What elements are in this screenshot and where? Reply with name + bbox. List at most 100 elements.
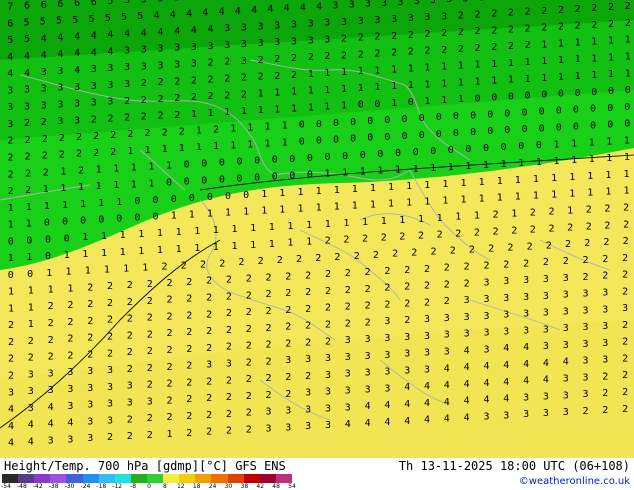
temperature-label: 0 xyxy=(575,88,581,99)
temperature-label: 4 xyxy=(74,65,80,76)
temperature-label: 1 xyxy=(424,63,430,74)
temperature-label: 1 xyxy=(388,199,394,210)
temperature-label: 2 xyxy=(444,279,450,290)
temperature-label: 2 xyxy=(546,240,552,251)
temperature-label: 3 xyxy=(285,355,291,366)
temperature-label: 3 xyxy=(107,382,113,393)
temperature-label: 2 xyxy=(530,208,536,219)
temperature-label: 1 xyxy=(96,181,102,192)
temperature-label: 4 xyxy=(316,1,322,12)
temperature-label: 0 xyxy=(525,91,531,102)
temperature-label: 1 xyxy=(465,161,471,172)
temperature-label: 5 xyxy=(56,16,62,27)
temperature-label: 0 xyxy=(237,157,243,168)
temperature-label: 3 xyxy=(28,386,34,397)
temperature-label: 2 xyxy=(622,354,628,365)
temperature-label: 2 xyxy=(127,431,133,442)
temperature-label: 2 xyxy=(67,350,73,361)
temperature-label: 2 xyxy=(110,130,116,141)
temperature-label: 3 xyxy=(444,313,450,324)
temperature-label: 4 xyxy=(67,418,73,429)
temperature-label: 2 xyxy=(67,300,73,311)
temperature-label: 2 xyxy=(266,356,272,367)
temperature-label: 2 xyxy=(305,270,311,281)
temperature-label: 2 xyxy=(604,220,610,231)
temperature-label: 1 xyxy=(282,121,288,132)
temperature-label: 4 xyxy=(404,382,410,393)
temperature-label: 0 xyxy=(171,194,177,205)
temperature-label: 1 xyxy=(113,164,119,175)
temperature-label: 0 xyxy=(27,269,33,280)
temperature-label: 1 xyxy=(437,213,443,224)
scale-swatch xyxy=(243,474,260,483)
temperature-label: 2 xyxy=(424,264,430,275)
temperature-label: 2 xyxy=(586,205,592,216)
temperature-label: 1 xyxy=(508,75,514,86)
temperature-label: 1 xyxy=(232,241,238,252)
credit-link[interactable]: ©weatheronline.co.uk xyxy=(519,476,630,487)
temperature-label: 0 xyxy=(436,112,442,123)
temperature-label: 3 xyxy=(543,274,549,285)
temperature-label: 1 xyxy=(442,196,448,207)
scale-tick-label: -18 xyxy=(96,483,107,490)
scale-swatch xyxy=(146,474,164,483)
temperature-label: 1 xyxy=(395,165,401,176)
temperature-label: 3 xyxy=(107,415,113,426)
temperature-label: 3 xyxy=(24,101,30,112)
weather-map: 7666665555554444444444444444444444444465… xyxy=(0,0,634,458)
temperature-label: 2 xyxy=(392,249,398,260)
temperature-label: 0 xyxy=(541,90,547,101)
temperature-label: 4 xyxy=(8,404,14,415)
temperature-label: 4 xyxy=(384,400,390,411)
temperature-label: 3 xyxy=(206,360,212,371)
temperature-label: 1 xyxy=(225,208,231,219)
temperature-label: 1 xyxy=(458,61,464,72)
temperature-label: 1 xyxy=(26,219,32,230)
scale-swatch xyxy=(114,474,131,483)
temperature-label: 3 xyxy=(325,387,331,398)
temperature-label: 1 xyxy=(247,139,253,150)
temperature-label: 0 xyxy=(350,117,356,128)
temperature-label: 2 xyxy=(623,219,629,230)
temperature-label: 2 xyxy=(174,76,180,87)
scale-tick-label: 18 xyxy=(192,483,201,490)
temperature-label: 0 xyxy=(539,107,545,118)
temperature-label: 2 xyxy=(558,5,564,16)
temperature-label: 5 xyxy=(191,0,197,3)
temperature-label: 3 xyxy=(67,384,73,395)
temperature-label: 3 xyxy=(127,398,133,409)
temperature-label: 2 xyxy=(206,276,212,287)
temperature-label: 1 xyxy=(413,164,419,175)
temperature-label: 2 xyxy=(208,58,214,69)
temperature-label: 4 xyxy=(208,24,214,35)
temperature-label: 5 xyxy=(105,13,111,24)
scale-tick-label: -30 xyxy=(64,483,75,490)
temperature-label: 2 xyxy=(48,318,54,329)
temperature-label: 1 xyxy=(391,81,397,92)
temperature-label: 2 xyxy=(226,291,232,302)
temperature-label: 1 xyxy=(424,96,430,107)
temperature-label: 2 xyxy=(67,317,73,328)
temperature-label: 0 xyxy=(384,132,390,143)
valid-time: Th 13-11-2025 18:00 UTC (06+108) xyxy=(398,459,630,473)
temperature-label: 3 xyxy=(107,63,113,74)
temperature-label: 1 xyxy=(525,74,531,85)
temperature-label: 1 xyxy=(571,155,577,166)
temperature-label: 0 xyxy=(430,146,436,157)
temperature-label: 2 xyxy=(622,337,628,348)
temperature-label: 1 xyxy=(554,156,560,167)
temperature-label: 4 xyxy=(543,375,549,386)
temperature-label: 3 xyxy=(48,368,54,379)
temperature-label: 3 xyxy=(174,43,180,54)
temperature-label: 2 xyxy=(567,222,573,233)
scale-tick-label: 12 xyxy=(176,483,185,490)
temperature-label: 2 xyxy=(266,340,272,351)
temperature-label: 3 xyxy=(345,402,351,413)
temperature-label: 4 xyxy=(444,363,450,374)
temperature-label: 1 xyxy=(474,211,480,222)
temperature-label: 1 xyxy=(424,197,430,208)
scale-tick-label: -8 xyxy=(130,483,137,490)
temperature-label: 0 xyxy=(367,116,373,127)
temperature-label: 1 xyxy=(551,190,557,201)
temperature-label: 2 xyxy=(285,271,291,282)
